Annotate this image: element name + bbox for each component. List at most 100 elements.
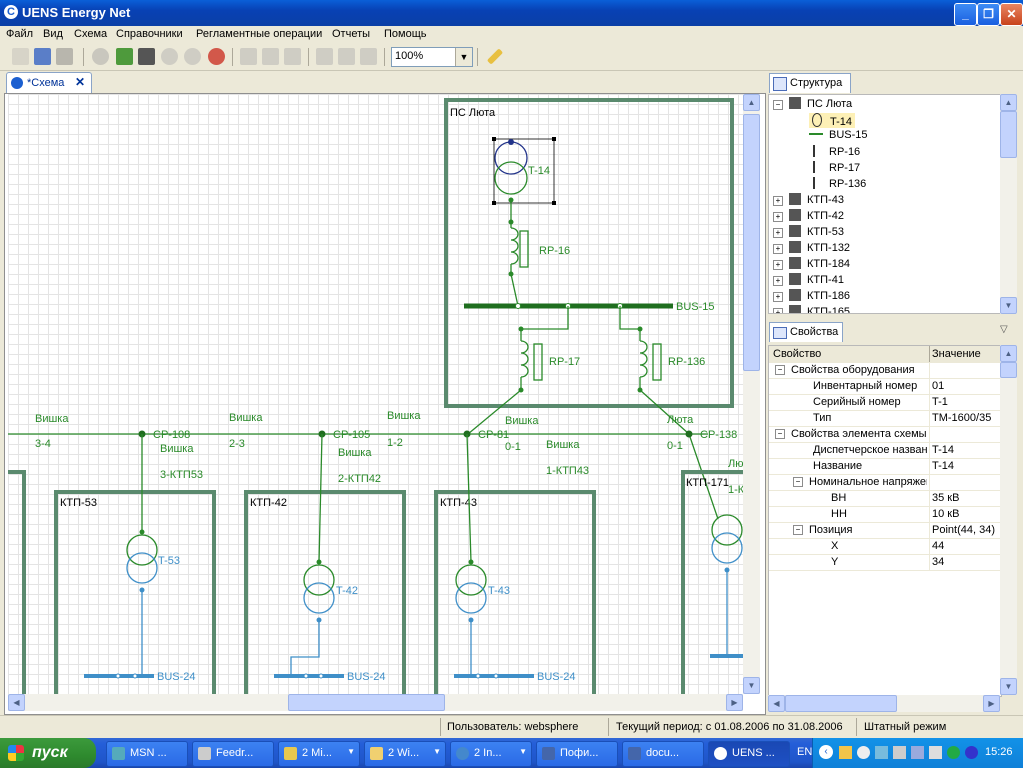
panel-menu-icon[interactable]: ▽ <box>1000 324 1008 335</box>
menu-help[interactable]: Помощь <box>384 28 427 40</box>
expand-icon[interactable]: + <box>773 276 783 286</box>
scroll-up-icon[interactable]: ▲ <box>743 94 760 111</box>
taskbar-item[interactable]: 2 Wi... ▼ <box>364 741 446 767</box>
ktp53-frame[interactable] <box>54 490 216 694</box>
language-indicator[interactable]: EN <box>797 746 812 758</box>
menu-file[interactable]: Файл <box>6 28 33 40</box>
property-value[interactable]: Point(44, 34) <box>932 524 1000 536</box>
tray-icon[interactable] <box>965 746 978 759</box>
scroll-right-icon[interactable]: ▶ <box>983 695 1000 712</box>
minimize-button[interactable]: _ <box>954 3 977 26</box>
tray-icon[interactable] <box>947 746 960 759</box>
expand-icon[interactable]: + <box>773 308 783 313</box>
scroll-up-icon[interactable]: ▲ <box>1000 94 1017 111</box>
reactor-rp136[interactable] <box>639 340 648 378</box>
scroll-left-icon[interactable]: ◀ <box>768 695 785 712</box>
taskbar-item[interactable]: Feedr... <box>192 741 274 767</box>
tab-schema[interactable]: *Схема ✕ <box>6 72 92 94</box>
property-row[interactable]: Инвентарный номер 01 <box>769 378 1001 395</box>
tray-icon[interactable] <box>875 746 888 759</box>
scroll-down-icon[interactable]: ▼ <box>1000 297 1017 314</box>
collapse-icon[interactable]: − <box>775 365 785 375</box>
tree-item-rp17[interactable]: RP-17 <box>809 161 860 174</box>
menu-routine-operations[interactable]: Регламентные операции <box>196 28 322 40</box>
taskbar-item[interactable]: 2 Mi... ▼ <box>278 741 360 767</box>
tree-item-t14[interactable]: T-14 <box>809 113 856 128</box>
property-value[interactable]: 10 кВ <box>932 508 1000 520</box>
tree-node[interactable]: КТП-43 <box>789 193 844 206</box>
property-value[interactable]: 35 кВ <box>932 492 1000 504</box>
tree-item-bus15[interactable]: BUS-15 <box>809 129 868 141</box>
menu-schema[interactable]: Схема <box>74 28 107 40</box>
scroll-right-icon[interactable]: ▶ <box>726 694 743 711</box>
property-group-row[interactable]: − Свойства оборудования <box>769 362 1001 379</box>
cube-icon[interactable] <box>161 48 178 65</box>
structure-tab[interactable]: Структура <box>769 73 851 93</box>
tray-expand-icon[interactable]: ‹ <box>819 745 833 759</box>
maximize-button[interactable]: ❐ <box>977 3 1000 26</box>
transformer-t42[interactable] <box>303 564 335 596</box>
collapse-icon[interactable]: − <box>793 525 803 535</box>
canvas-vscrollbar[interactable]: ▲ ▼ <box>743 94 760 694</box>
property-row[interactable]: Диспетчерское название T-14 <box>769 442 1001 459</box>
property-group-row[interactable]: − Свойства элемента схемы <box>769 426 1001 443</box>
property-value[interactable]: T-14 <box>932 460 1000 472</box>
props-vscrollbar[interactable]: ▲ ▼ <box>1000 345 1017 695</box>
tree-item-rp136[interactable]: RP-136 <box>809 177 866 190</box>
switch-cp105[interactable]: CP-105 <box>333 429 370 441</box>
property-value[interactable]: 44 <box>932 540 1000 552</box>
schema-canvas[interactable]: ПС Люта T-14 RP-16 BUS-15 RP-17 RP-136 C… <box>8 94 743 694</box>
property-row[interactable]: ВН 35 кВ <box>769 490 1001 507</box>
taskbar-item-active[interactable]: UENS ... <box>708 741 790 767</box>
property-value[interactable]: ТМ-1600/35 <box>932 412 1000 424</box>
tree-layout2-icon[interactable] <box>262 48 279 65</box>
tree-vscrollbar[interactable]: ▲ ▼ <box>1000 94 1017 314</box>
tree-node[interactable]: КТП-186 <box>789 289 850 302</box>
scroll-left-icon[interactable]: ◀ <box>8 694 25 711</box>
tree-node[interactable]: КТП-42 <box>789 209 844 222</box>
property-group-row[interactable]: −Номинальное напряжение <box>769 474 1001 491</box>
align3-icon[interactable] <box>360 48 377 65</box>
chevron-down-icon[interactable]: ▼ <box>455 48 472 66</box>
save-icon[interactable] <box>34 48 51 65</box>
taskbar-item[interactable]: MSN ... <box>106 741 188 767</box>
vscroll-thumb[interactable] <box>743 114 760 371</box>
close-button[interactable]: ✕ <box>1000 3 1023 26</box>
structure-tree[interactable]: − ПС Люта T-14 BUS-15 RP-16 RP-17 RP-136… <box>768 94 1002 314</box>
tree-scroll-thumb[interactable] <box>1000 111 1017 158</box>
transformer-ktp171[interactable] <box>711 514 743 546</box>
cube-add-icon[interactable] <box>116 48 133 65</box>
tree-node[interactable]: КТП-184 <box>789 257 850 270</box>
property-value[interactable]: T-14 <box>932 444 1000 456</box>
taskbar-item[interactable]: Пофи... <box>536 741 618 767</box>
tray-icon[interactable] <box>893 746 906 759</box>
transformer-t14-lv[interactable] <box>494 161 528 195</box>
tree-item-rp16[interactable]: RP-16 <box>809 145 860 158</box>
expand-icon[interactable]: + <box>773 260 783 270</box>
tray-icon[interactable] <box>839 746 852 759</box>
reactor-rp16[interactable] <box>510 227 519 265</box>
reactor-rp17[interactable] <box>520 340 529 378</box>
props-hscrollbar[interactable]: ◀ ▶ <box>768 695 1000 712</box>
expand-icon[interactable]: + <box>773 212 783 222</box>
network-icon[interactable] <box>929 746 942 759</box>
props-hscroll-thumb[interactable] <box>785 695 897 712</box>
properties-grid[interactable]: Свойство Значение − Свойства оборудования… <box>768 345 1002 697</box>
taskbar-item[interactable]: docu... <box>622 741 704 767</box>
tree-node[interactable]: КТП-132 <box>789 241 850 254</box>
schema-diagram[interactable]: ПС Люта T-14 RP-16 BUS-15 RP-17 RP-136 C… <box>8 94 743 694</box>
align-icon[interactable] <box>316 48 333 65</box>
hscroll-thumb[interactable] <box>288 694 445 711</box>
ktp42-frame[interactable] <box>244 490 406 694</box>
scroll-down-icon[interactable]: ▼ <box>1000 678 1017 695</box>
ktp43-frame[interactable] <box>434 490 596 694</box>
taskbar-item[interactable]: 2 In... ▼ <box>450 741 532 767</box>
align2-icon[interactable] <box>338 48 355 65</box>
switch-cp108[interactable]: CP-108 <box>153 429 190 441</box>
cube-delete-icon[interactable] <box>138 48 155 65</box>
property-value[interactable]: 34 <box>932 556 1000 568</box>
new-icon[interactable] <box>12 48 29 65</box>
collapse-icon[interactable]: − <box>793 477 803 487</box>
expand-icon[interactable]: + <box>773 244 783 254</box>
property-row[interactable]: НН 10 кВ <box>769 506 1001 523</box>
